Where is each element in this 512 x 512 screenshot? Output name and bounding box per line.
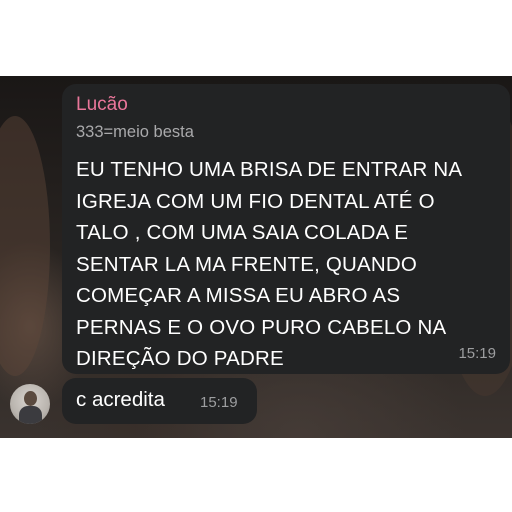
chat-background: Lucão 333=meio besta EU TENHO UMA BRISA … (0, 76, 512, 438)
background-photo-detail (0, 116, 50, 376)
avatar-head (24, 391, 37, 406)
avatar-body (19, 406, 42, 424)
user-avatar-icon[interactable] (10, 384, 50, 424)
message-bubble[interactable]: Lucão 333=meio besta EU TENHO UMA BRISA … (62, 84, 510, 374)
message-text: c acredita (76, 388, 165, 411)
message-bubble[interactable]: c acredita 15:19 (62, 378, 257, 424)
sender-role-tag: 333=meio besta (76, 123, 194, 141)
sender-name[interactable]: Lucão (76, 94, 128, 116)
message-timestamp: 15:19 (200, 394, 238, 411)
message-text: EU TENHO UMA BRISA DE ENTRAR NA IGREJA C… (76, 158, 463, 370)
message-timestamp: 15:19 (458, 345, 496, 362)
